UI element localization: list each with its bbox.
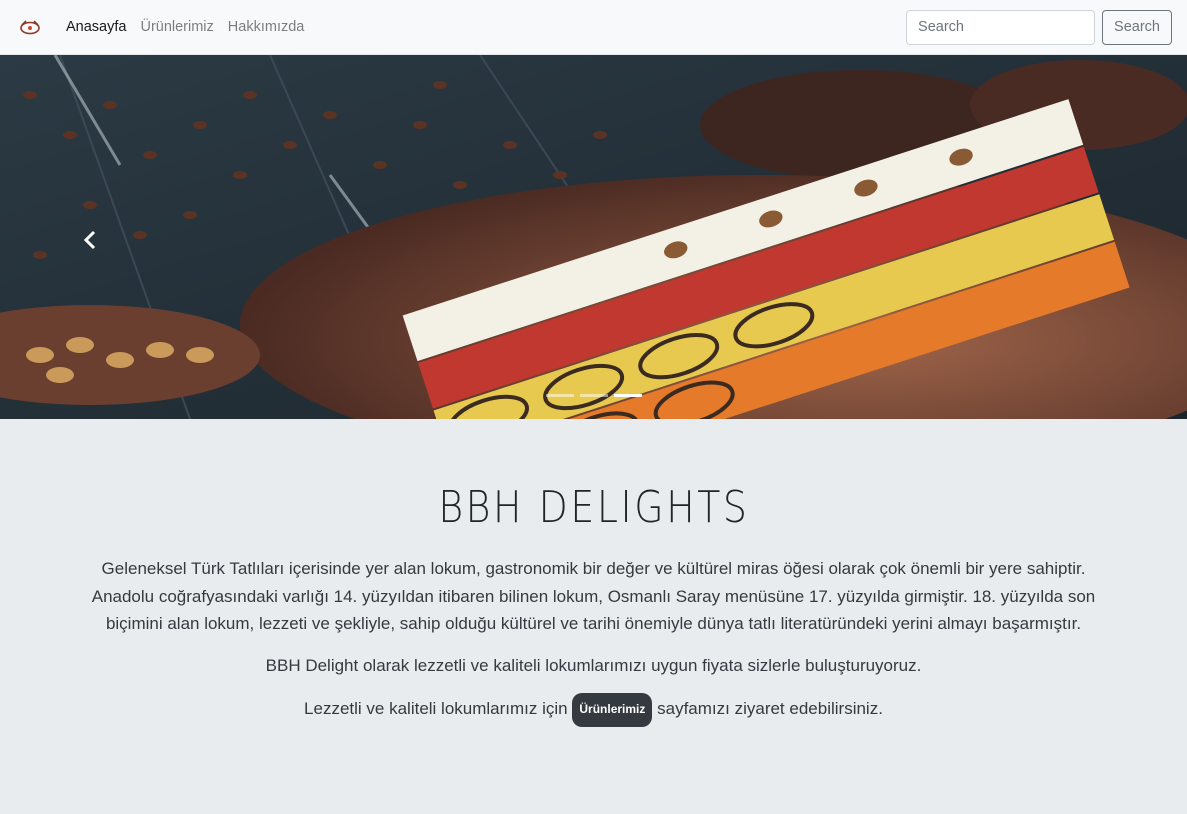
carousel-prev-button[interactable] — [70, 205, 110, 275]
intro-paragraph: Geleneksel Türk Tatlıları içerisinde yer… — [91, 559, 1096, 633]
cta-text-before: Lezzetli ve kaliteli lokumlarımız için — [304, 699, 568, 718]
chevron-left-icon — [83, 230, 97, 250]
search-input[interactable] — [906, 9, 1096, 45]
nav-link-hakkimizda[interactable]: Hakkımızda — [228, 19, 305, 35]
cta-text-after: sayfamızı ziyaret edebilirsiniz. — [657, 699, 883, 718]
hero-carousel — [0, 55, 1187, 419]
intro-section: BBH DELIGHTS Geleneksel Türk Tatlıları i… — [0, 419, 1187, 727]
brand-logo-icon[interactable] — [18, 17, 44, 37]
carousel-indicator-2[interactable] — [579, 394, 608, 397]
products-cta-paragraph: Lezzetli ve kaliteli lokumlarımız için Ü… — [79, 693, 1109, 727]
search-form: Search — [906, 9, 1172, 45]
offer-paragraph: BBH Delight olarak lezzetli ve kaliteli … — [265, 655, 922, 675]
navbar: Anasayfa Ürünlerimiz Hakkımızda Search — [0, 0, 1187, 55]
products-badge-link[interactable]: Ürünlerimiz — [572, 693, 653, 727]
search-button[interactable]: Search — [1102, 9, 1172, 45]
carousel-indicator-3[interactable] — [613, 394, 642, 397]
page-title: BBH DELIGHTS — [437, 482, 750, 533]
carousel-indicator-1[interactable] — [545, 394, 574, 397]
hero-image — [0, 55, 1187, 419]
carousel-indicators — [0, 394, 1187, 397]
nav-link-urunlerimiz[interactable]: Ürünlerimiz — [140, 19, 213, 35]
nav-link-anasayfa[interactable]: Anasayfa — [66, 19, 126, 35]
